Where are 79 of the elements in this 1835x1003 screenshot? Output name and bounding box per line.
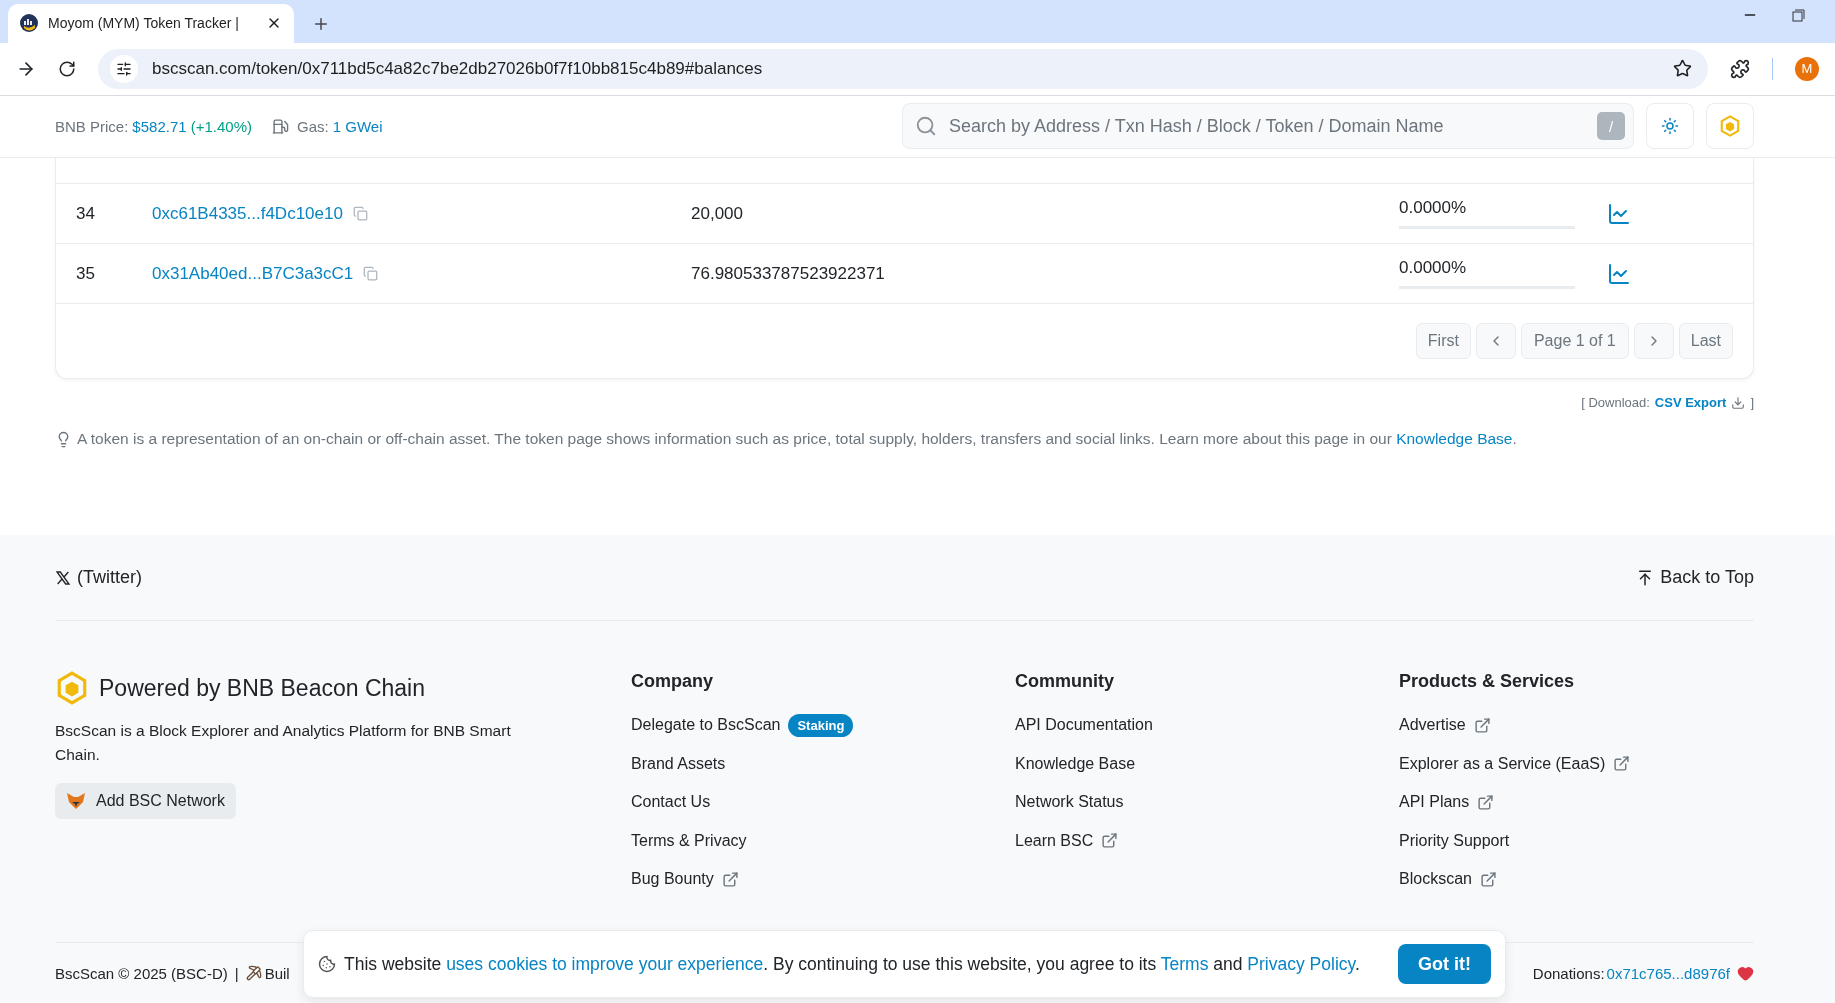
last-page-button[interactable]: Last bbox=[1678, 323, 1733, 359]
holder-address-link[interactable]: 0xc61B4335...f4Dc10e10 bbox=[152, 203, 343, 224]
knowledge-base-link[interactable]: Knowledge Base bbox=[1396, 430, 1513, 447]
footer-link[interactable]: API Documentation bbox=[1015, 706, 1399, 745]
donations-label: Donations: bbox=[1532, 964, 1605, 982]
footer-column-title: Company bbox=[631, 671, 714, 692]
accept-cookies-button[interactable]: Got it! bbox=[1398, 944, 1491, 984]
search-input[interactable]: Search by Address / Txn Hash / Block / Token / Domain Name bbox=[947, 114, 1587, 138]
footer-link[interactable]: Terms & Privacy bbox=[631, 821, 1015, 860]
site-info-icon[interactable] bbox=[110, 54, 138, 83]
footer-column-title: Products & Services bbox=[1399, 671, 1576, 692]
brand-title: Powered by BNB Beacon Chain bbox=[99, 674, 426, 702]
analytics-chart-icon[interactable] bbox=[1607, 261, 1631, 286]
token-info-text: A token is a representation of an on-chain or off-chain asset. The token page shows information such as price, total supply, holders, transfers and social links. Learn more about this page in our Knowledge Base. bbox=[77, 430, 1517, 448]
terms-link[interactable]: Terms bbox=[1160, 953, 1209, 974]
copy-icon[interactable] bbox=[363, 266, 379, 281]
footer-link[interactable]: Blockscan bbox=[1399, 860, 1754, 899]
copyright-text: BscScan © 2025 (BSC-D) bbox=[55, 964, 228, 982]
analytics-chart-icon[interactable] bbox=[1607, 201, 1631, 226]
footer-column-title: Community bbox=[1015, 671, 1115, 692]
footer-link[interactable]: Bug Bounty bbox=[631, 860, 1015, 899]
footer-link[interactable]: Contact Us bbox=[631, 783, 1015, 822]
cookies-link[interactable]: uses cookies to improve your experience bbox=[446, 953, 764, 974]
footer-link[interactable]: API Plans bbox=[1399, 783, 1754, 822]
csv-export-link[interactable]: CSV Export bbox=[1654, 395, 1746, 410]
footer-link[interactable]: Explorer as a Service (EaaS) bbox=[1399, 744, 1754, 783]
footer-link[interactable]: Brand Assets bbox=[631, 744, 1015, 783]
first-page-button[interactable]: First bbox=[1415, 323, 1471, 359]
bnb-price-label: BNB Price: bbox=[55, 117, 129, 135]
x-logo-icon bbox=[55, 569, 71, 586]
rank-cell-text: 34 bbox=[76, 203, 96, 224]
search-icon bbox=[915, 115, 937, 138]
cube-logo-icon bbox=[55, 671, 89, 705]
footer-link[interactable]: Learn BSC bbox=[1015, 821, 1399, 860]
bnb-price: $582.71 (+1.40%) bbox=[132, 117, 253, 135]
cube-logo-icon bbox=[1719, 115, 1741, 138]
fox-icon bbox=[66, 792, 86, 810]
download-label: [ Download: bbox=[1581, 395, 1650, 410]
footer-link[interactable]: Advertise bbox=[1399, 706, 1754, 745]
page-indicator: Page 1 of 1 bbox=[1520, 323, 1629, 359]
bookmark-star-icon[interactable] bbox=[1673, 59, 1692, 79]
brand-description: BscScan is a Block Explorer and Analytics Platform for BNB Smart Chain. bbox=[55, 721, 512, 765]
bracket-text: ] bbox=[1750, 395, 1754, 410]
shortcut-key: / bbox=[1597, 112, 1625, 141]
percentage-cell-text: 0.0000% bbox=[1399, 258, 1468, 278]
gas-label: Gas: bbox=[297, 117, 329, 135]
holder-address-link[interactable]: 0x31Ab40ed...B7C3a3cC1 bbox=[152, 263, 354, 284]
footer-link[interactable]: Delegate to BscScan Staking bbox=[631, 706, 1015, 745]
add-network-button[interactable]: Add BSC Network bbox=[55, 783, 236, 819]
back-to-top-link[interactable]: Back to Top bbox=[1636, 567, 1754, 588]
sun-icon bbox=[1661, 117, 1679, 136]
separator-text: | bbox=[234, 964, 239, 982]
gas-pump-icon bbox=[272, 117, 290, 135]
theme-toggle-button[interactable] bbox=[1646, 103, 1694, 150]
staking-badge: Staking bbox=[788, 713, 854, 737]
privacy-policy-link[interactable]: Privacy Policy bbox=[1247, 953, 1355, 974]
quantity-cell-text: 76.980533787523922371 bbox=[691, 263, 886, 284]
rank-cell-text: 35 bbox=[76, 263, 96, 284]
reload-icon[interactable] bbox=[58, 59, 76, 78]
tab-title: Moyom (MYM) Token Tracker | bbox=[48, 15, 240, 32]
built-text: Buil bbox=[264, 964, 290, 982]
extensions-icon[interactable] bbox=[1730, 58, 1750, 79]
browser-tab[interactable]: Moyom (MYM) Token Tracker | bbox=[8, 3, 294, 43]
site-favicon-icon bbox=[20, 14, 38, 33]
percentage-cell-text: 0.0000% bbox=[1399, 198, 1468, 218]
cookie-notice: This website uses cookies to improve your experience. By continuing to use this website, you agree to its Terms and Privacy Policy. bbox=[344, 953, 1361, 975]
gas-value[interactable]: 1 GWei bbox=[332, 117, 383, 135]
cookie-icon bbox=[318, 955, 336, 973]
pickaxe-icon bbox=[245, 965, 262, 981]
donation-address-link[interactable]: 0x71c765...d8976f bbox=[1606, 964, 1730, 982]
twitter-link[interactable]: (Twitter) bbox=[55, 567, 142, 588]
restore-icon[interactable] bbox=[1792, 8, 1805, 22]
footer-link[interactable]: Network Status bbox=[1015, 783, 1399, 822]
download-icon bbox=[1731, 395, 1746, 410]
footer-link[interactable]: Knowledge Base bbox=[1015, 744, 1399, 783]
footer-link[interactable]: Priority Support bbox=[1399, 821, 1754, 860]
quantity-cell-text: 20,000 bbox=[691, 203, 744, 224]
heart-icon bbox=[1737, 964, 1754, 982]
copy-icon[interactable] bbox=[352, 206, 368, 221]
